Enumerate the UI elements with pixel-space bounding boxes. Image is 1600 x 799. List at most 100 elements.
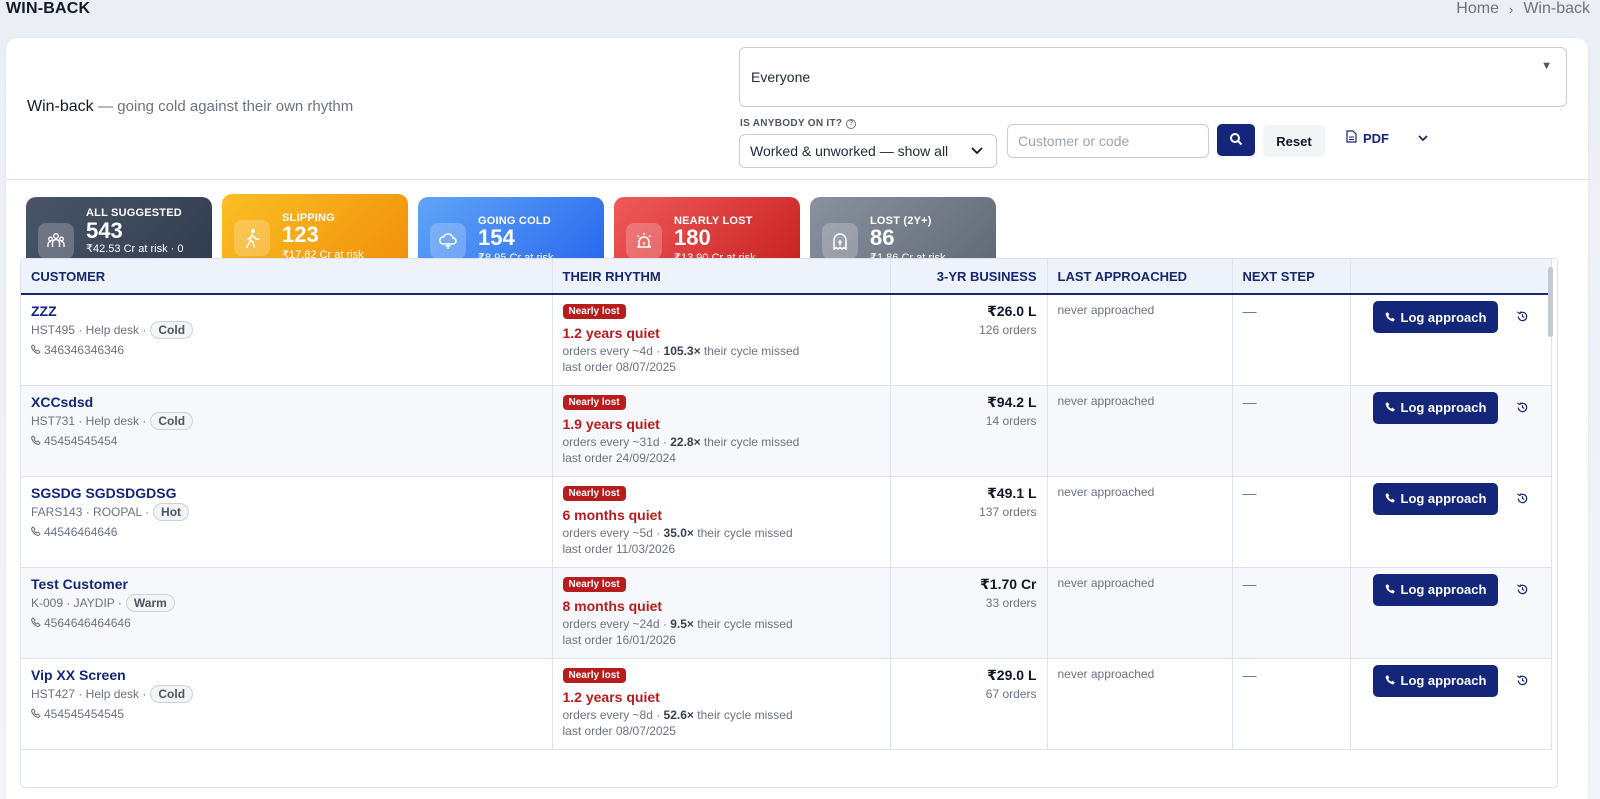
stat-value: 154 (478, 225, 515, 250)
pdf-button[interactable]: PDF (1346, 130, 1389, 146)
customer-code: K-009 · JAYDIP · (31, 595, 122, 610)
cycle-suffix: their cycle missed (693, 616, 793, 631)
phone-icon (1385, 491, 1396, 506)
cycle-suffix: their cycle missed (693, 707, 793, 722)
cycle-prefix: orders every ~8d · (562, 707, 664, 722)
actions-cell: Log approach (1350, 567, 1552, 659)
customer-name[interactable]: XCCsdsd (31, 394, 542, 410)
search-button[interactable] (1217, 124, 1255, 156)
history-icon[interactable] (1516, 674, 1529, 690)
col-next-step[interactable]: NEXT STEP (1232, 259, 1351, 295)
history-icon[interactable] (1516, 310, 1529, 326)
phone-icon (30, 707, 41, 721)
history-icon[interactable] (1516, 401, 1529, 417)
cycle-missed: 9.5× (670, 616, 694, 631)
export-more-button[interactable] (1417, 130, 1429, 151)
history-icon[interactable] (1516, 492, 1529, 508)
history-icon[interactable] (1516, 583, 1529, 599)
order-count: 14 orders (985, 413, 1037, 428)
chevron-down-icon (1417, 133, 1429, 150)
cycle-info: orders every ~4d · 105.3× their cycle mi… (563, 344, 880, 358)
pdf-button-label: PDF (1363, 130, 1389, 146)
table-row: Test Customer K-009 · JAYDIP · Warm 4564… (21, 567, 1552, 659)
order-count: 67 orders (985, 686, 1037, 701)
reset-button[interactable]: Reset (1263, 125, 1325, 157)
page-title: Win-back — going cold against their own … (27, 98, 353, 116)
col-rhythm[interactable]: THEIR RHYTHM (552, 259, 891, 295)
phone-number: 44546464646 (44, 524, 118, 539)
quiet-duration: 1.2 years quiet (562, 325, 660, 341)
log-approach-button[interactable]: Log approach (1372, 573, 1499, 606)
cycle-suffix: their cycle missed (700, 434, 800, 449)
customer-phone: 454545454545 (30, 707, 542, 721)
last-approached: never approached (1057, 575, 1155, 590)
approached-cell: never approached (1047, 294, 1233, 386)
last-order: last order 16/01/2026 (562, 632, 676, 647)
customer-name[interactable]: SGSDG SGDSDGDSG (31, 485, 542, 501)
col-actions (1350, 259, 1552, 295)
quiet-duration: 8 months quiet (562, 597, 663, 614)
customer-meta: FARS143 · ROOPAL · Hot (31, 502, 542, 521)
customer-phone: 346346346346 (30, 343, 542, 357)
stat-value: 543 (86, 218, 123, 243)
last-order: last order 08/07/2025 (562, 360, 676, 374)
actions-cell: Log approach (1350, 294, 1552, 386)
cycle-info: orders every ~5d · 35.0× their cycle mis… (563, 526, 880, 540)
cycle-info: orders every ~24d · 9.5× their cycle mis… (563, 617, 880, 631)
col-last-approached[interactable]: LAST APPROACHED (1047, 259, 1233, 295)
worked-filter-select[interactable]: Worked & unworked — show all (739, 134, 997, 168)
search-icon (1229, 132, 1243, 149)
customer-meta: HST495 · Help desk · Cold (31, 321, 542, 339)
business-amount: ₹94.2 L (987, 393, 1037, 410)
cycle-prefix: orders every ~5d · (562, 525, 664, 540)
filter-header: Win-back — going cold against their own … (6, 38, 1588, 180)
customer-name[interactable]: Vip XX Screen (31, 667, 542, 683)
last-approached: never approached (1057, 303, 1155, 317)
customer-name[interactable]: ZZZ (31, 303, 542, 319)
heat-badge: Warm (125, 593, 175, 612)
col-business[interactable]: 3-YR BUSINESS (890, 259, 1048, 295)
next-step: — (1242, 484, 1257, 501)
last-order: last order 08/07/2025 (562, 723, 676, 738)
phone-icon (1385, 310, 1396, 325)
table-scrollbar[interactable] (1548, 267, 1553, 337)
breadcrumb-home[interactable]: Home (1456, 0, 1499, 18)
log-approach-button[interactable]: Log approach (1372, 482, 1499, 515)
page-subtitle: — going cold against their own rhythm (98, 98, 354, 115)
business-amount: ₹49.1 L (987, 484, 1037, 501)
heat-badge: Cold (150, 321, 194, 339)
log-approach-button[interactable]: Log approach (1372, 664, 1499, 697)
breadcrumb-current: Win-back (1523, 0, 1590, 17)
worked-filter-value: Worked & unworked — show all (750, 143, 949, 159)
customer-meta: HST427 · Help desk · Cold (31, 684, 542, 703)
cycle-prefix: orders every ~31d · (562, 434, 671, 449)
scope-select[interactable]: Everyone ▼ (739, 47, 1567, 107)
cycle-prefix: orders every ~24d · (562, 616, 671, 631)
customer-search-input[interactable] (1007, 124, 1209, 158)
customer-cell: ZZZ HST495 · Help desk · Cold 3463463463… (21, 294, 553, 386)
next-step: — (1242, 303, 1257, 319)
phone-number: 45454545454 (44, 433, 118, 448)
rhythm-cell: Nearly lost 1.9 years quiet orders every… (552, 385, 891, 477)
help-icon[interactable]: ? (846, 118, 857, 129)
heat-badge: Cold (150, 411, 194, 430)
approached-cell: never approached (1047, 385, 1233, 477)
business-amount: ₹29.0 L (987, 666, 1037, 683)
phone-icon (1385, 582, 1396, 597)
table-row: XCCsdsd HST731 · Help desk · Cold 454545… (21, 385, 1552, 477)
customer-code: FARS143 · ROOPAL · (31, 504, 150, 519)
next-step-cell: — (1232, 385, 1351, 477)
customer-name[interactable]: Test Customer (31, 576, 542, 592)
customer-phone: 4564646464646 (30, 616, 542, 630)
log-approach-button[interactable]: Log approach (1372, 391, 1499, 424)
next-step-cell: — (1232, 476, 1351, 568)
breadcrumb: Home › Win-back (1456, 0, 1590, 18)
cycle-missed: 35.0× (663, 525, 694, 540)
col-customer[interactable]: CUSTOMER (21, 259, 553, 295)
cycle-missed: 22.8× (670, 434, 701, 449)
order-count: 33 orders (985, 595, 1037, 610)
stat-value: 86 (870, 225, 895, 250)
log-approach-button[interactable]: Log approach (1372, 301, 1499, 333)
log-approach-label: Log approach (1400, 673, 1487, 688)
phone-icon (30, 343, 41, 357)
